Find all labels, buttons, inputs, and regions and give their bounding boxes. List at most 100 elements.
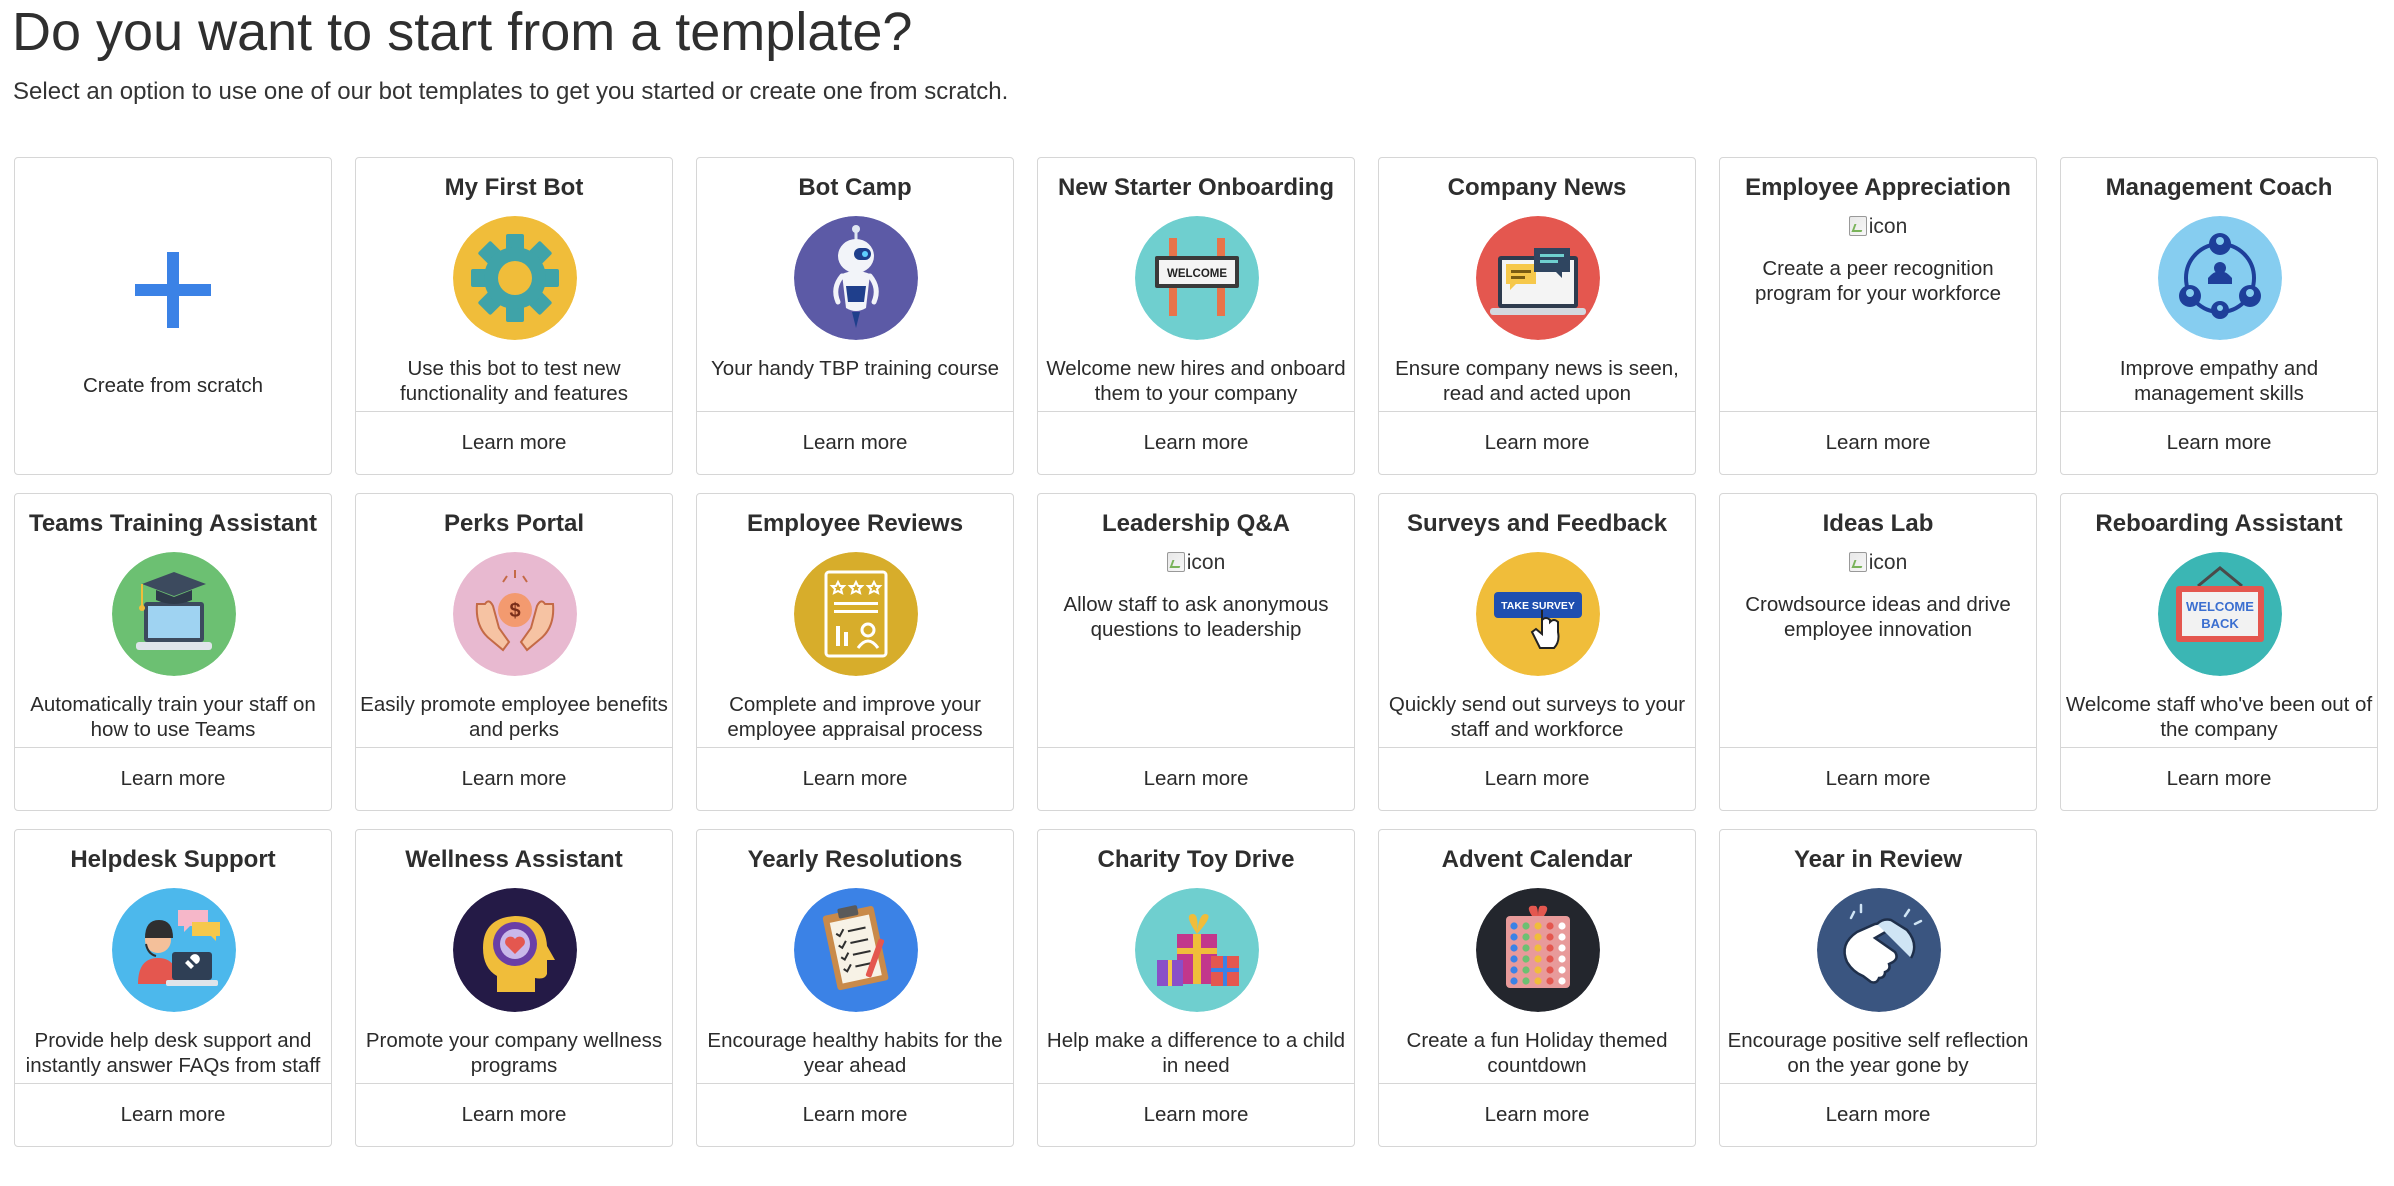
card-description: Your handy TBP training course [711, 357, 999, 380]
learn-more-link[interactable]: Learn more [1720, 1083, 2036, 1146]
card-title: Wellness Assistant [405, 846, 623, 873]
card-description: Complete and improve your employee appra… [727, 693, 983, 741]
learn-more-link[interactable]: Learn more [1038, 747, 1354, 810]
robot-icon [794, 216, 918, 340]
news-laptop-icon [1476, 216, 1600, 340]
welcome-back-sign-icon: WELCOME BACK [2158, 552, 2282, 676]
helpdesk-agent-icon [112, 888, 236, 1012]
learn-more-link[interactable]: Learn more [15, 1083, 331, 1146]
card-description: Provide help desk support and instantly … [25, 1029, 321, 1077]
card-description: Create a fun Holiday themed countdown [1406, 1029, 1668, 1077]
card-title: My First Bot [444, 174, 584, 201]
template-card-my-first-bot[interactable]: My First Bot Use this bot to test new fu… [355, 157, 673, 475]
learn-more-link[interactable]: Learn more [356, 747, 672, 810]
graduation-laptop-icon [112, 552, 236, 676]
learn-more-link[interactable]: Learn more [1038, 1083, 1354, 1146]
appraisal-document-icon [794, 552, 918, 676]
card-title: Ideas Lab [1822, 510, 1934, 537]
learn-more-link[interactable]: Learn more [1379, 1083, 1695, 1146]
template-card-employee-appreciation[interactable]: Employee Appreciation icon Create a peer… [1719, 157, 2037, 475]
learn-more-link[interactable]: Learn more [356, 1083, 672, 1146]
broken-image-icon: icon [1720, 550, 2036, 576]
svg-text:WELCOME: WELCOME [2186, 599, 2254, 614]
card-title: Employee Appreciation [1745, 174, 2011, 201]
create-from-scratch-card[interactable]: Create from scratch [14, 157, 332, 475]
card-title: Employee Reviews [746, 510, 964, 537]
card-description: Encourage positive self reflection on th… [1727, 1029, 2029, 1077]
template-card-year-in-review[interactable]: Year in Review Encourage positive self r… [1719, 829, 2037, 1147]
card-title: Advent Calendar [1441, 846, 1633, 873]
card-title: Teams Training Assistant [28, 510, 318, 537]
learn-more-link[interactable]: Learn more [356, 411, 672, 474]
welcome-sign-icon: WELCOME [1135, 216, 1259, 340]
template-card-advent-calendar[interactable]: Advent Calendar Create a fun Holiday the… [1378, 829, 1696, 1147]
learn-more-link[interactable]: Learn more [697, 747, 1013, 810]
head-heart-icon [453, 888, 577, 1012]
card-title: Helpdesk Support [70, 846, 276, 873]
template-card-employee-reviews[interactable]: Employee Reviews Complete and improve yo… [696, 493, 1014, 811]
card-description: Easily promote employee benefits and per… [360, 693, 668, 741]
card-description: Welcome staff who've been out of the com… [2065, 693, 2373, 741]
team-network-icon [2158, 216, 2282, 340]
template-card-wellness-assistant[interactable]: Wellness Assistant Promote your company … [355, 829, 673, 1147]
template-card-ideas-lab[interactable]: Ideas Lab icon Crowdsource ideas and dri… [1719, 493, 2037, 811]
card-description: Use this bot to test new functionality a… [400, 357, 628, 405]
learn-more-link[interactable]: Learn more [697, 411, 1013, 474]
page-subtitle: Select an option to use one of our bot t… [13, 78, 1009, 105]
template-card-teams-training-assistant[interactable]: Teams Training Assistant Automatically t… [14, 493, 332, 811]
learn-more-link[interactable]: Learn more [1720, 747, 2036, 810]
learn-more-link[interactable]: Learn more [15, 747, 331, 810]
card-title: Leadership Q&A [1101, 510, 1291, 537]
handshake-icon [1817, 888, 1941, 1012]
card-description: Quickly send out surveys to your staff a… [1388, 693, 1686, 741]
card-title: Management Coach [2105, 174, 2333, 201]
learn-more-link[interactable]: Learn more [697, 1083, 1013, 1146]
card-description: Create a peer recognition program for yo… [1754, 257, 2002, 305]
card-description: Welcome new hires and onboard them to yo… [1046, 357, 1346, 405]
plus-icon [135, 252, 211, 328]
template-card-management-coach[interactable]: Management Coach Improve empathy and man… [2060, 157, 2378, 475]
template-card-new-starter-onboarding[interactable]: New Starter Onboarding WELCOME Welcome n… [1037, 157, 1355, 475]
template-card-perks-portal[interactable]: Perks Portal $ Easily promote employee b… [355, 493, 673, 811]
gift-boxes-icon [1135, 888, 1259, 1012]
card-title: Yearly Resolutions [747, 846, 963, 873]
page-title: Do you want to start from a template? [12, 2, 913, 62]
template-card-leadership-qa[interactable]: Leadership Q&A icon Allow staff to ask a… [1037, 493, 1355, 811]
svg-text:WELCOME: WELCOME [1167, 268, 1227, 280]
template-card-reboarding-assistant[interactable]: Reboarding Assistant WELCOME BACK Welcom… [2060, 493, 2378, 811]
template-card-charity-toy-drive[interactable]: Charity Toy Drive Help make a difference… [1037, 829, 1355, 1147]
learn-more-link[interactable]: Learn more [2061, 747, 2377, 810]
template-card-company-news[interactable]: Company News Ensure company news is seen… [1378, 157, 1696, 475]
learn-more-link[interactable]: Learn more [2061, 411, 2377, 474]
gear-icon [453, 216, 577, 340]
template-card-helpdesk-support[interactable]: Helpdesk Support Provide help desk suppo… [14, 829, 332, 1147]
template-card-surveys-and-feedback[interactable]: Surveys and Feedback TAKE SURVEY Quickly… [1378, 493, 1696, 811]
learn-more-link[interactable]: Learn more [1720, 411, 2036, 474]
card-title: New Starter Onboarding [1057, 174, 1335, 201]
create-from-scratch-label: Create from scratch [83, 374, 263, 397]
advent-calendar-icon [1476, 888, 1600, 1012]
card-description: Automatically train your staff on how to… [30, 693, 316, 741]
card-title: Surveys and Feedback [1406, 510, 1668, 537]
template-card-yearly-resolutions[interactable]: Yearly Resolutions Encourage healthy hab… [696, 829, 1014, 1147]
take-survey-icon: TAKE SURVEY [1476, 552, 1600, 676]
template-card-bot-camp[interactable]: Bot Camp Your handy TBP training course … [696, 157, 1014, 475]
broken-image-icon: icon [1720, 214, 2036, 240]
svg-text:BACK: BACK [2201, 616, 2239, 631]
hands-dollar-icon: $ [453, 552, 577, 676]
card-description: Allow staff to ask anonymous questions t… [1063, 593, 1329, 641]
card-title: Charity Toy Drive [1097, 846, 1295, 873]
card-description: Ensure company news is seen, read and ac… [1395, 357, 1679, 405]
learn-more-link[interactable]: Learn more [1038, 411, 1354, 474]
card-description: Help make a difference to a child in nee… [1046, 1029, 1346, 1077]
card-description: Improve empathy and management skills [2119, 357, 2319, 405]
card-description: Crowdsource ideas and drive employee inn… [1745, 593, 2011, 641]
card-description: Encourage healthy habits for the year ah… [707, 1029, 1003, 1077]
learn-more-link[interactable]: Learn more [1379, 747, 1695, 810]
card-title: Bot Camp [798, 174, 912, 201]
card-title: Perks Portal [443, 510, 585, 537]
svg-text:TAKE SURVEY: TAKE SURVEY [1501, 600, 1575, 612]
card-description: Promote your company wellness programs [365, 1029, 663, 1077]
card-title: Reboarding Assistant [2095, 510, 2343, 537]
learn-more-link[interactable]: Learn more [1379, 411, 1695, 474]
